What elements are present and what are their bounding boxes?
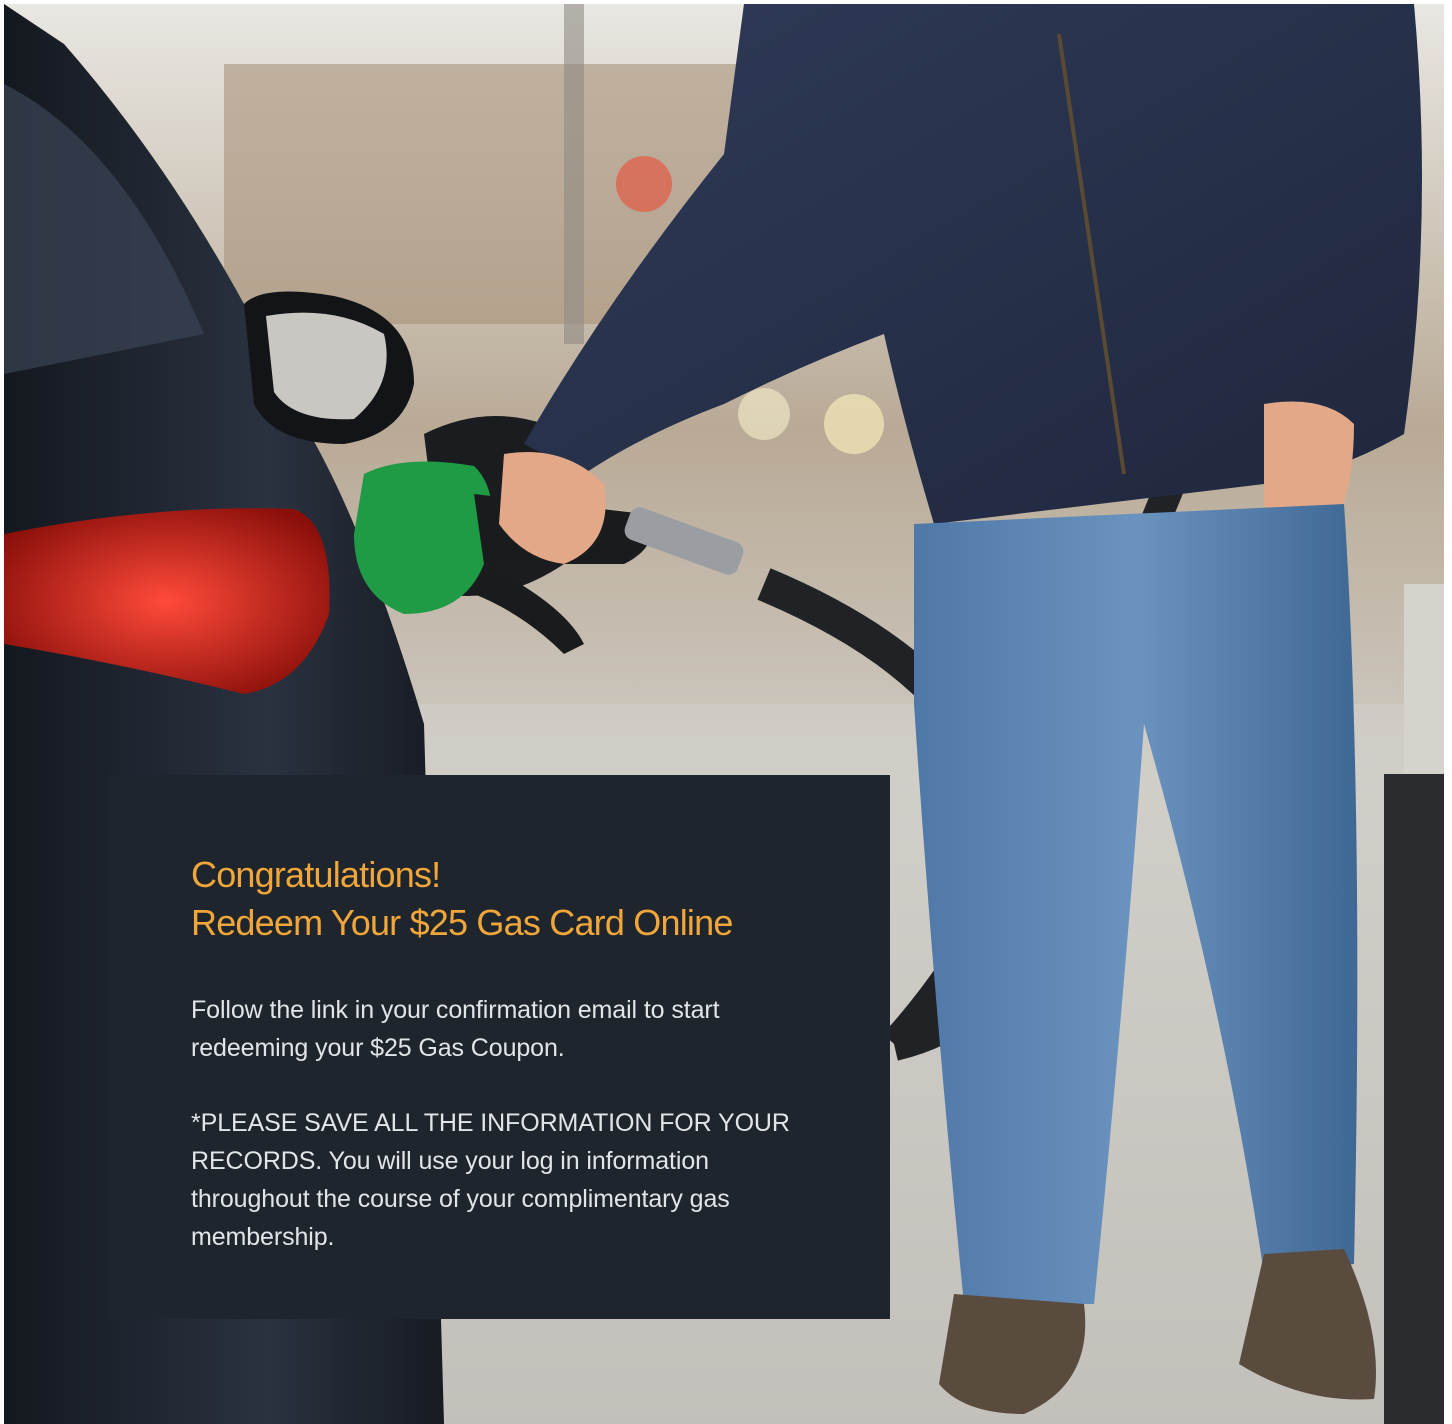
redeem-info-card: Congratulations! Redeem Your $25 Gas Car… — [111, 775, 890, 1319]
card-headline: Congratulations! Redeem Your $25 Gas Car… — [191, 851, 810, 947]
card-title-congratulations: Congratulations! — [191, 854, 441, 895]
card-instructions: Follow the link in your confirmation ema… — [191, 996, 720, 1062]
card-records-notice: *PLEASE SAVE ALL THE INFORMATION FOR YOU… — [191, 1109, 790, 1251]
card-title-redeem: Redeem Your $25 Gas Card Online — [191, 902, 733, 943]
